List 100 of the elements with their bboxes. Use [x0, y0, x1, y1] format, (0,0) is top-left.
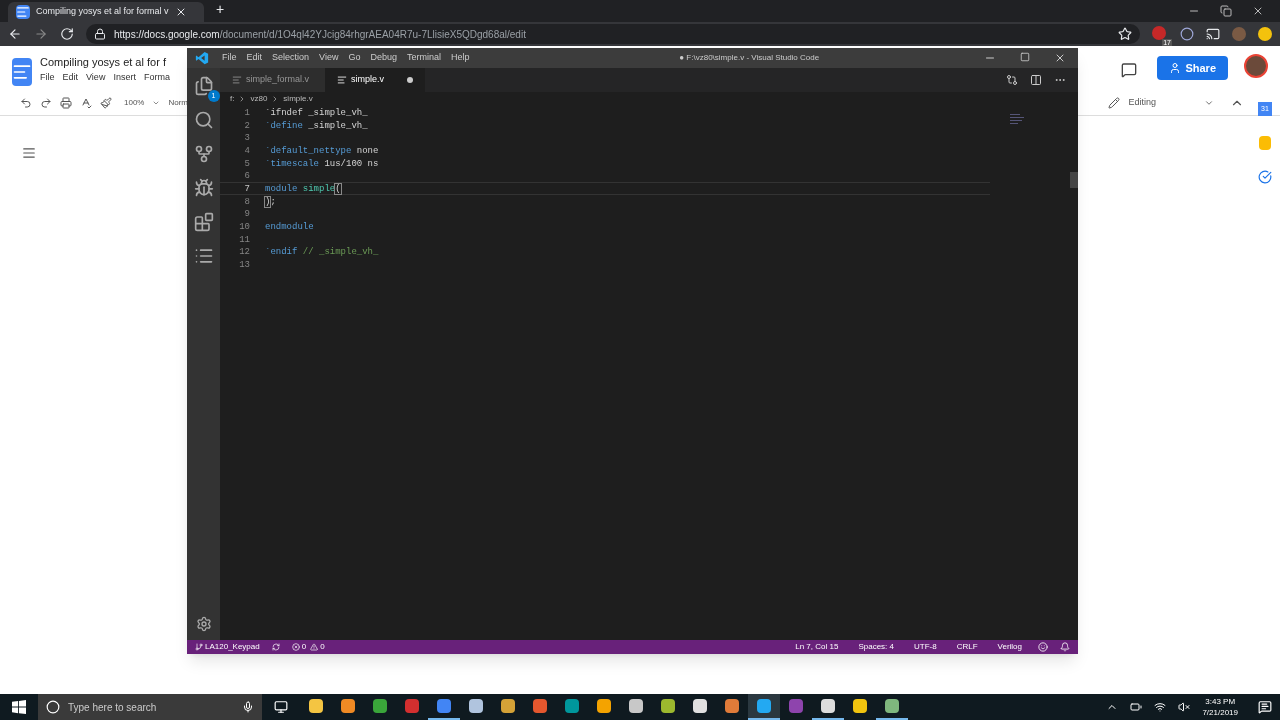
branch-indicator[interactable]: LA120_Keypad — [195, 641, 260, 653]
address-field[interactable]: https://docs.google.com/document/d/1O4ql42YJcig84rhgrAEA04R7u-7LlisieX5QDgd68al/edit — [86, 24, 1140, 44]
menu-item[interactable]: Selection — [267, 51, 315, 65]
breadcrumb-item[interactable]: f: — [230, 93, 235, 105]
menu-item[interactable]: View — [86, 70, 106, 84]
tasks-icon[interactable] — [1258, 170, 1272, 184]
sync-icon[interactable] — [271, 643, 280, 651]
settings-icon[interactable] — [195, 616, 212, 632]
menu-item[interactable]: Edit — [241, 51, 268, 65]
search-icon[interactable] — [193, 110, 214, 130]
browser-tab[interactable]: Compiling yosys et al for formal v — [8, 2, 204, 22]
start-icon[interactable] — [12, 700, 26, 714]
code-line: `define _simple_vh_ — [264, 119, 368, 131]
new-tab-button[interactable]: + — [204, 0, 237, 22]
breadcrumb-item[interactable]: simple.v — [283, 93, 313, 105]
menu-item[interactable]: Help — [446, 51, 475, 65]
split-editor-icon[interactable] — [1030, 74, 1042, 86]
zoom-select[interactable]: 100% — [124, 96, 145, 109]
search-box[interactable]: Type here to search — [38, 694, 262, 720]
share-button[interactable]: Share — [1157, 56, 1228, 80]
breadcrumb-item[interactable]: vz80 — [250, 93, 268, 105]
task-view-icon[interactable] — [274, 700, 288, 714]
outline-icon[interactable] — [22, 146, 36, 160]
status-item[interactable]: UTF-8 — [909, 641, 941, 653]
menu-item[interactable]: File — [217, 51, 242, 65]
close-icon[interactable] — [1054, 52, 1066, 64]
explorer-icon[interactable] — [193, 76, 214, 96]
star-icon[interactable] — [1118, 27, 1132, 41]
line-number: 7 — [243, 182, 250, 194]
print-icon[interactable] — [60, 96, 72, 109]
line-number: 6 — [243, 170, 250, 181]
debug-icon[interactable] — [193, 178, 214, 198]
maximize-icon[interactable] — [1020, 52, 1030, 62]
taskbar-app[interactable] — [748, 694, 780, 720]
status-item[interactable]: Spaces: 4 — [854, 641, 898, 653]
menu-item[interactable]: Insert — [113, 70, 136, 84]
extension-icon[interactable] — [1258, 27, 1272, 41]
editor-tab[interactable]: simple_formal.v — [220, 68, 326, 92]
paint-format-icon[interactable] — [100, 96, 112, 109]
menu-item[interactable]: View — [314, 51, 344, 65]
file-icon — [337, 75, 348, 85]
status-item[interactable]: Ln 7, Col 15 — [791, 641, 843, 653]
line-number: 11 — [238, 233, 250, 245]
code-line: endmodule — [264, 220, 314, 232]
code-line: module simple( — [264, 182, 341, 194]
spellcheck-icon[interactable] — [80, 96, 92, 109]
clock-date[interactable]: 7/21/2019 — [1202, 707, 1238, 718]
restore-icon[interactable] — [1220, 5, 1232, 17]
bell-icon[interactable] — [1060, 642, 1070, 652]
compare-icon[interactable] — [1006, 74, 1018, 86]
scrollbar-thumb[interactable] — [1070, 172, 1078, 188]
status-item[interactable]: CRLF — [952, 641, 982, 653]
redo-icon[interactable] — [40, 96, 52, 109]
extensions-icon[interactable] — [193, 212, 214, 232]
editor-tab[interactable]: simple.v — [325, 68, 426, 92]
mode-select[interactable]: Editing — [1128, 95, 1156, 110]
source-control-icon[interactable] — [193, 144, 214, 164]
menu-item[interactable]: Debug — [365, 51, 402, 65]
line-number: 4 — [243, 144, 250, 156]
code-line: ); — [264, 195, 276, 207]
docs-logo-icon — [12, 58, 32, 86]
profile-avatar[interactable] — [1244, 54, 1268, 78]
line-number: 3 — [243, 132, 250, 143]
clock-time[interactable]: 3:43 PM — [1205, 696, 1236, 707]
code-line: `default_nettype none — [264, 144, 379, 156]
notifications-icon[interactable] — [1258, 700, 1272, 714]
lock-icon — [94, 28, 106, 40]
menu-item[interactable]: File — [40, 70, 55, 84]
menu-item[interactable]: Edit — [62, 70, 79, 84]
problems-indicator[interactable]: 0 0 — [291, 641, 325, 653]
volume-muted-icon[interactable] — [1178, 701, 1191, 713]
line-number: 10 — [238, 220, 250, 232]
url-text: https://docs.google.com/document/d/1O4ql42YJcig84rhgrAEA04R7u-7LlisieX5QDgd68al/edit — [114, 27, 526, 42]
back-icon[interactable] — [8, 27, 22, 41]
undo-icon[interactable] — [20, 96, 32, 109]
line-number: 5 — [243, 157, 250, 169]
circle-icon[interactable] — [46, 700, 60, 714]
feedback-icon[interactable] — [1038, 642, 1048, 652]
status-item[interactable]: Verilog — [993, 641, 1026, 653]
cast-icon[interactable] — [1206, 27, 1220, 41]
style-select[interactable]: Norm — [168, 96, 189, 109]
line-number: 13 — [238, 258, 250, 270]
code-line: `endif // _simple_vh_ — [264, 246, 379, 257]
line-number: 12 — [238, 246, 250, 257]
code-line: `timescale 1us/100 ns — [264, 157, 379, 169]
microphone-icon[interactable] — [242, 701, 254, 713]
menu-item[interactable]: Go — [343, 51, 366, 65]
comment-icon[interactable] — [1121, 62, 1138, 78]
search-field[interactable]: Type here to search — [68, 699, 234, 715]
close-icon[interactable] — [1252, 5, 1264, 17]
line-number: 1 — [243, 107, 250, 118]
wifi-icon[interactable] — [1154, 701, 1167, 713]
line-number: 8 — [243, 195, 250, 207]
battery-icon[interactable] — [1130, 701, 1143, 713]
reload-icon[interactable] — [60, 27, 74, 41]
list-icon[interactable] — [193, 246, 214, 266]
extension-icon[interactable] — [1180, 27, 1194, 41]
menu-item[interactable]: Forma — [143, 70, 170, 84]
menu-item[interactable]: Terminal — [401, 51, 446, 65]
forward-icon[interactable] — [34, 27, 48, 41]
